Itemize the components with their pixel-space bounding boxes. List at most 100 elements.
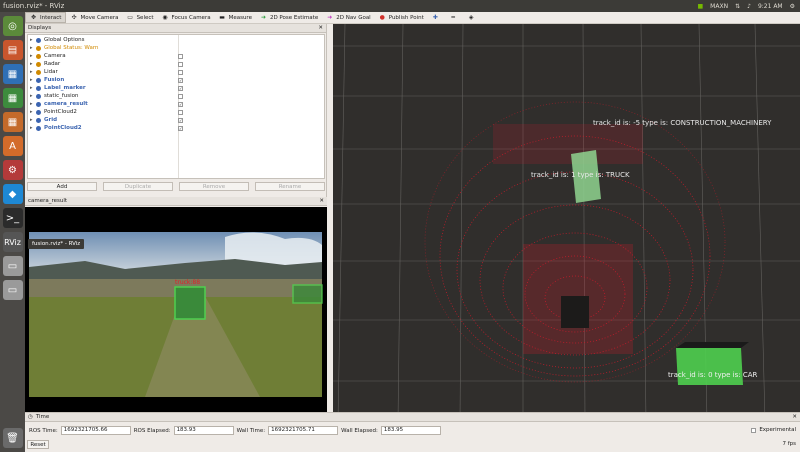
ros-time-field[interactable]: 1692321705.66 (60, 426, 131, 435)
settings-icon[interactable]: ⚙ (790, 3, 795, 10)
lidar-icon (36, 69, 41, 75)
measure-tool[interactable]: ▬ Measure (215, 12, 256, 23)
track-label-car: track_id is: 0 type is: CAR (668, 371, 757, 379)
ros-elapsed-label: ROS Elapsed: (133, 427, 171, 434)
display-item-fusion[interactable]: ▸ Fusion ✓ (28, 76, 324, 84)
remove-tool-button[interactable]: ━ (446, 12, 464, 23)
time-title: Time (35, 414, 50, 420)
radar-checkbox[interactable] (178, 61, 183, 67)
display-item-camera[interactable]: ▸ Camera (28, 52, 324, 60)
static-fusion-checkbox[interactable] (178, 93, 183, 99)
move-camera-tool[interactable]: ✣ Move Camera (66, 12, 122, 23)
pointcloud2-b-checkbox[interactable]: ✓ (178, 125, 183, 131)
system-top-bar: fusion.rviz* - RViz ■ MAXN ⇅ ♪ 9:21 AM ⚙ (0, 0, 800, 12)
ros-elapsed-field[interactable]: 183.93 (173, 426, 234, 435)
software-center-icon[interactable]: A (2, 136, 23, 156)
select-icon: ▭ (127, 14, 133, 21)
maxn-label[interactable]: MAXN (710, 3, 728, 10)
focus-camera-icon: ◉ (162, 14, 168, 21)
nvidia-icon[interactable]: ■ (698, 3, 704, 10)
display-item-radar[interactable]: ▸ Radar (28, 60, 324, 68)
rename-button[interactable]: Rename (255, 182, 325, 191)
close-icon[interactable]: ✕ (319, 198, 324, 204)
interact-tool[interactable]: ✥ Interact (25, 12, 67, 23)
pointcloud2-a-checkbox[interactable] (178, 109, 183, 115)
move-camera-icon: ✣ (71, 14, 77, 21)
fusion-icon (36, 77, 41, 83)
display-item-pointcloud2-b[interactable]: ▸ PointCloud2 ✓ (28, 124, 324, 132)
time-panel: ◷ Time ✕ ROS Time: 1692321705.66 ROS Ela… (25, 412, 800, 452)
display-item-lidar[interactable]: ▸ Lidar (28, 68, 324, 76)
fusion-checkbox[interactable]: ✓ (178, 77, 183, 83)
add-button[interactable]: Add (27, 182, 97, 191)
terminal-icon[interactable]: >_ (2, 208, 23, 228)
select-tool[interactable]: ▭ Select (123, 12, 158, 23)
publish-point-tool[interactable]: ● Publish Point (375, 12, 428, 23)
experimental-checkbox[interactable] (751, 427, 757, 433)
display-item-global-status[interactable]: ▸ Global Status: Warn (28, 44, 324, 52)
pose-estimate-tool[interactable]: ➜ 2D Pose Estimate (256, 12, 322, 23)
calc-icon[interactable]: ▦ (2, 88, 23, 108)
display-item-grid[interactable]: ▸ Grid ✓ (28, 116, 324, 124)
close-icon[interactable]: ✕ (318, 25, 323, 31)
volume-icon[interactable]: ♪ (747, 3, 751, 10)
experimental-option[interactable]: Experimental (751, 427, 796, 433)
reset-button[interactable]: Reset (27, 440, 49, 449)
experimental-label: Experimental (759, 427, 796, 433)
displays-title: Displays (28, 25, 52, 31)
displays-tree[interactable]: ▸ Global Options ▸ Global Status: Warn ▸ Ca… (27, 34, 325, 179)
camera-type-icon: ◈ (468, 14, 474, 21)
clock[interactable]: 9:21 AM (758, 3, 783, 10)
viewport-canvas: track_id is: -5 type is: CONSTRUCTION_MA… (333, 23, 800, 422)
grid-checkbox[interactable]: ✓ (178, 117, 183, 123)
fusion-icon (36, 93, 41, 99)
minus-icon: ━ (451, 14, 456, 21)
display-item-label-marker[interactable]: ▸ Label_marker ✓ (28, 84, 324, 92)
camera-checkbox[interactable] (178, 53, 183, 59)
display-item-camera-result[interactable]: ▸ camera_result ✓ (28, 100, 324, 108)
grid-icon (36, 117, 41, 123)
trash-icon[interactable]: 🗑 (2, 428, 23, 448)
displays-panel: Displays ✕ ▸ Global Options ▸ Global Statu… (25, 24, 327, 197)
camera-result-panel: camera_result ✕ truck:88 (25, 197, 327, 421)
pointcloud-icon (36, 125, 41, 131)
duplicate-button[interactable]: Duplicate (103, 182, 173, 191)
display-item-static-fusion[interactable]: ▸ static_fusion (28, 92, 324, 100)
impress-icon[interactable]: ▦ (2, 112, 23, 132)
tool-properties-button[interactable]: ◈ (464, 12, 482, 23)
lidar-checkbox[interactable] (178, 69, 183, 75)
close-icon[interactable]: ✕ (792, 414, 797, 420)
time-header: ◷ Time ✕ (25, 413, 800, 422)
tool-toolbar: ✥ Interact ✣ Move Camera ▭ Select ◉ Focus Ca… (25, 12, 800, 24)
interact-icon: ✥ (30, 14, 37, 21)
rviz-launcher-icon[interactable]: RViz (2, 232, 23, 252)
drive-icon[interactable]: ▭ (2, 256, 23, 276)
vscode-icon[interactable]: ◆ (2, 184, 23, 204)
car-bbox (676, 348, 743, 385)
time-fields: ROS Time: 1692321705.66 ROS Elapsed: 183… (29, 426, 441, 435)
add-tool-button[interactable]: ✚ (428, 12, 446, 23)
camera-result-checkbox[interactable]: ✓ (178, 101, 183, 107)
display-item-pointcloud2-a[interactable]: ▸ PointCloud2 (28, 108, 324, 116)
launcher: ◎ ▤ ▦ ▦ ▦ A ⚙ ◆ >_ RViz ▭ ▭ 🗑 (0, 12, 25, 452)
drive-icon-2[interactable]: ▭ (2, 280, 23, 300)
files-icon[interactable]: ▤ (2, 40, 23, 60)
pose-estimate-icon: ➜ (260, 14, 266, 21)
nav-goal-tool[interactable]: ➜ 2D Nav Goal (322, 12, 375, 23)
focus-camera-tool[interactable]: ◉ Focus Camera (158, 12, 215, 23)
remove-button[interactable]: Remove (179, 182, 249, 191)
window-title: fusion.rviz* - RViz (3, 2, 65, 10)
track-label-construction: track_id is: -5 type is: CONSTRUCTION_MA… (593, 119, 772, 127)
system-settings-icon[interactable]: ⚙ (2, 160, 23, 180)
track-label-truck: track_id is: 1 type is: TRUCK (531, 171, 630, 179)
network-icon[interactable]: ⇅ (735, 3, 740, 10)
display-item-global-options[interactable]: ▸ Global Options (28, 36, 324, 44)
wall-time-field[interactable]: 1692321705.71 (268, 426, 339, 435)
render-viewport[interactable]: track_id is: -5 type is: CONSTRUCTION_MA… (333, 23, 800, 422)
writer-icon[interactable]: ▦ (2, 64, 23, 84)
marker-icon (36, 85, 41, 91)
car-bbox-top (676, 342, 749, 348)
wall-elapsed-field[interactable]: 183.95 (380, 426, 441, 435)
dash-icon[interactable]: ◎ (2, 16, 23, 36)
label-marker-checkbox[interactable]: ✓ (178, 85, 183, 91)
